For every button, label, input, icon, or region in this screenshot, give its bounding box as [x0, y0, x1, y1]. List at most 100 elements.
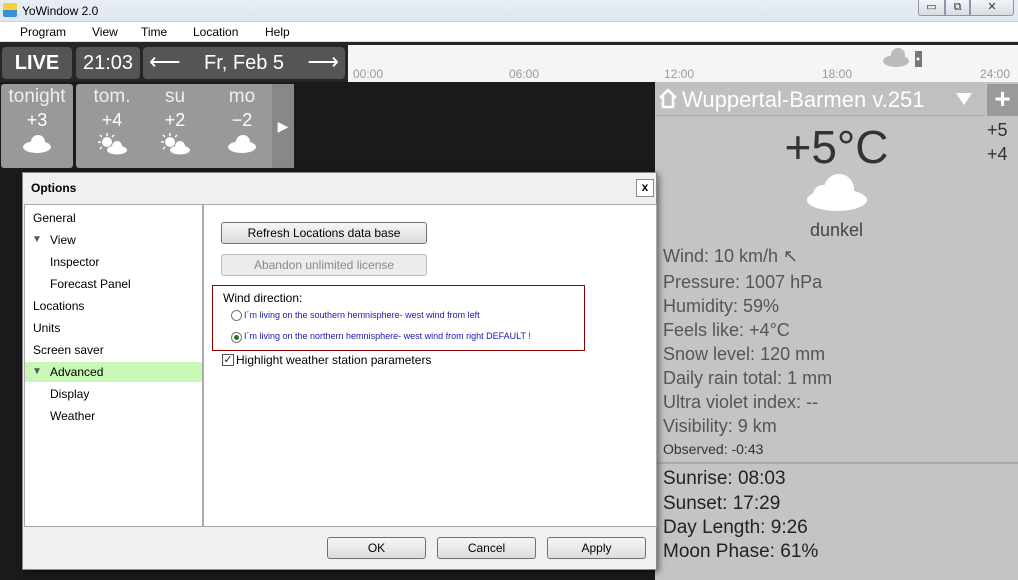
stat-label: Pressure: [663, 272, 741, 292]
next-day-arrow-icon[interactable]: ⟶ [307, 47, 339, 77]
stat-feels-like: Feels like: +4°C [663, 320, 790, 341]
forecast-temp: −2 [231, 110, 253, 130]
tree-item-label: Weather [50, 409, 96, 423]
ok-button[interactable]: OK [327, 537, 426, 559]
tree-item-advanced[interactable]: ▼ Advanced [25, 362, 202, 382]
sun-cloud-icon [161, 133, 190, 155]
divider [655, 462, 1018, 464]
stat-label: Visibility: [663, 416, 733, 436]
clock-display[interactable]: 21:03 [76, 47, 140, 79]
current-temperature: +5°C [784, 121, 889, 173]
tree-item-display[interactable]: Display [25, 384, 202, 404]
expand-triangle-icon[interactable]: ▼ [32, 362, 42, 382]
tree-item-label: View [50, 233, 76, 247]
stat-value: 1 mm [787, 368, 833, 388]
stat-snow-level: Snow level: 120 mm [663, 344, 825, 365]
menu-location[interactable]: Location [193, 25, 238, 39]
sun-value: 08:03 [737, 468, 786, 489]
cancel-button[interactable]: Cancel [437, 537, 536, 559]
stat-visibility: Visibility: 9 km [663, 416, 777, 437]
apply-button[interactable]: Apply [547, 537, 646, 559]
forecast-day-name: tom. [93, 86, 131, 107]
tree-item-general[interactable]: General [25, 208, 202, 228]
dialog-close-button[interactable]: x [636, 179, 654, 197]
forecast-day-tonight[interactable]: tonight +3 [1, 84, 73, 168]
sun-label: Moon Phase: [663, 541, 775, 562]
forecast-day-name: su [164, 86, 186, 107]
sun-value: 9:26 [770, 517, 808, 538]
timeline-cloud-icon[interactable] [878, 47, 924, 69]
tree-item-inspector[interactable]: Inspector [25, 252, 202, 272]
stat-value: -- [806, 392, 819, 412]
menu-bar: Program View Time Location Help [0, 22, 1018, 42]
sun-cloud-icon [98, 133, 127, 155]
sunrise: Sunrise: 08:03 [663, 468, 786, 490]
tree-item-units[interactable]: Units [25, 318, 202, 338]
minimize-button[interactable]: ▭ [918, 0, 945, 16]
stat-label: Wind: [663, 246, 710, 266]
chevron-down-icon[interactable] [955, 92, 973, 106]
maximize-button[interactable]: ⧉ [945, 0, 970, 16]
highlight-checkbox-label[interactable]: Highlight weather station parameters [236, 353, 431, 367]
radio-northern[interactable] [231, 332, 242, 343]
radio-southern[interactable] [231, 310, 242, 321]
tree-item-label: Forecast Panel [50, 277, 131, 291]
stat-uv-index: Ultra violet index: -- [663, 392, 818, 413]
abandon-license-button[interactable]: Abandon unlimited license [221, 254, 427, 276]
forecast-day-mo[interactable]: mo −2 [206, 84, 278, 168]
stat-label: Daily rain total: [663, 368, 783, 388]
add-location-button[interactable]: + [987, 84, 1018, 116]
stat-value: 59% [743, 296, 780, 316]
options-content: Refresh Locations data base Abandon unli… [203, 204, 657, 527]
expand-triangle-icon[interactable]: ▼ [32, 230, 42, 250]
stat-value: 10 km/h ↖ [714, 246, 799, 266]
radio-southern-label[interactable]: I´m living on the southern hemnisphere- … [244, 310, 480, 320]
stat-rain-total: Daily rain total: 1 mm [663, 368, 832, 389]
menu-program[interactable]: Program [20, 25, 66, 39]
live-button[interactable]: LIVE [2, 47, 72, 79]
tree-item-label: Advanced [50, 365, 104, 379]
stat-value: +4°C [749, 320, 790, 340]
menu-time[interactable]: Time [141, 25, 167, 39]
location-bar[interactable]: Wuppertal-Barmen v.251 [655, 82, 985, 116]
timeline-tick: 00:00 [353, 67, 384, 81]
tree-item-screen-saver[interactable]: Screen saver [25, 340, 202, 360]
window-title: YoWindow 2.0 [22, 4, 99, 18]
wind-direction-group: Wind direction: I´m living on the southe… [212, 285, 585, 351]
forecast-day-su[interactable]: su +2 [139, 84, 211, 168]
app-icon [3, 3, 17, 17]
prev-day-arrow-icon[interactable]: ⟵ [149, 47, 181, 77]
moon-phase: Moon Phase: 61% [663, 541, 818, 563]
stat-pressure: Pressure: 1007 hPa [663, 272, 822, 293]
forecast-day-tom[interactable]: tom. +4 [76, 84, 148, 168]
highlight-checkbox[interactable]: ✓ [222, 354, 234, 366]
options-tree: General ▼ View Inspector Forecast Panel L… [24, 204, 203, 527]
weather-panel: Wuppertal-Barmen v.251 + +5 +4 +5°C dunk… [655, 82, 1018, 580]
radio-northern-label[interactable]: I´m living on the northern hemnisphere- … [244, 331, 531, 341]
refresh-locations-button[interactable]: Refresh Locations data base [221, 222, 427, 244]
tree-item-weather[interactable]: Weather [25, 406, 202, 426]
forecast-day-name: mo [228, 86, 256, 107]
menu-help[interactable]: Help [265, 25, 290, 39]
stat-label: Snow level: [663, 344, 756, 364]
stat-wind: Wind: 10 km/h ↖ [663, 246, 798, 267]
timeline[interactable]: 00:00 06:00 12:00 18:00 24:00 [348, 45, 1018, 82]
close-window-button[interactable]: ✕ [970, 0, 1014, 16]
date-navigator: Fr, Feb 5 ⟵ ⟶ [143, 47, 345, 79]
wind-direction-label: Wind direction: [223, 291, 303, 305]
sun-label: Sunset: [663, 493, 728, 514]
forecast-next-button[interactable]: ▶ [272, 84, 294, 168]
tree-item-label: Units [33, 321, 61, 335]
stat-humidity: Humidity: 59% [663, 296, 779, 317]
cloud-icon [23, 135, 51, 153]
tree-item-locations[interactable]: Locations [25, 296, 202, 316]
forecast-temp: +2 [164, 110, 186, 130]
title-bar: YoWindow 2.0 ▭ ⧉ ✕ [0, 0, 1018, 22]
sun-value: 17:29 [732, 493, 781, 514]
tree-item-forecast-panel[interactable]: Forecast Panel [25, 274, 202, 294]
home-icon[interactable] [658, 87, 678, 109]
tree-item-view[interactable]: ▼ View [25, 230, 202, 250]
menu-view[interactable]: View [92, 25, 118, 39]
stat-value: 1007 hPa [745, 272, 823, 292]
sun-label: Sunrise: [663, 468, 733, 489]
